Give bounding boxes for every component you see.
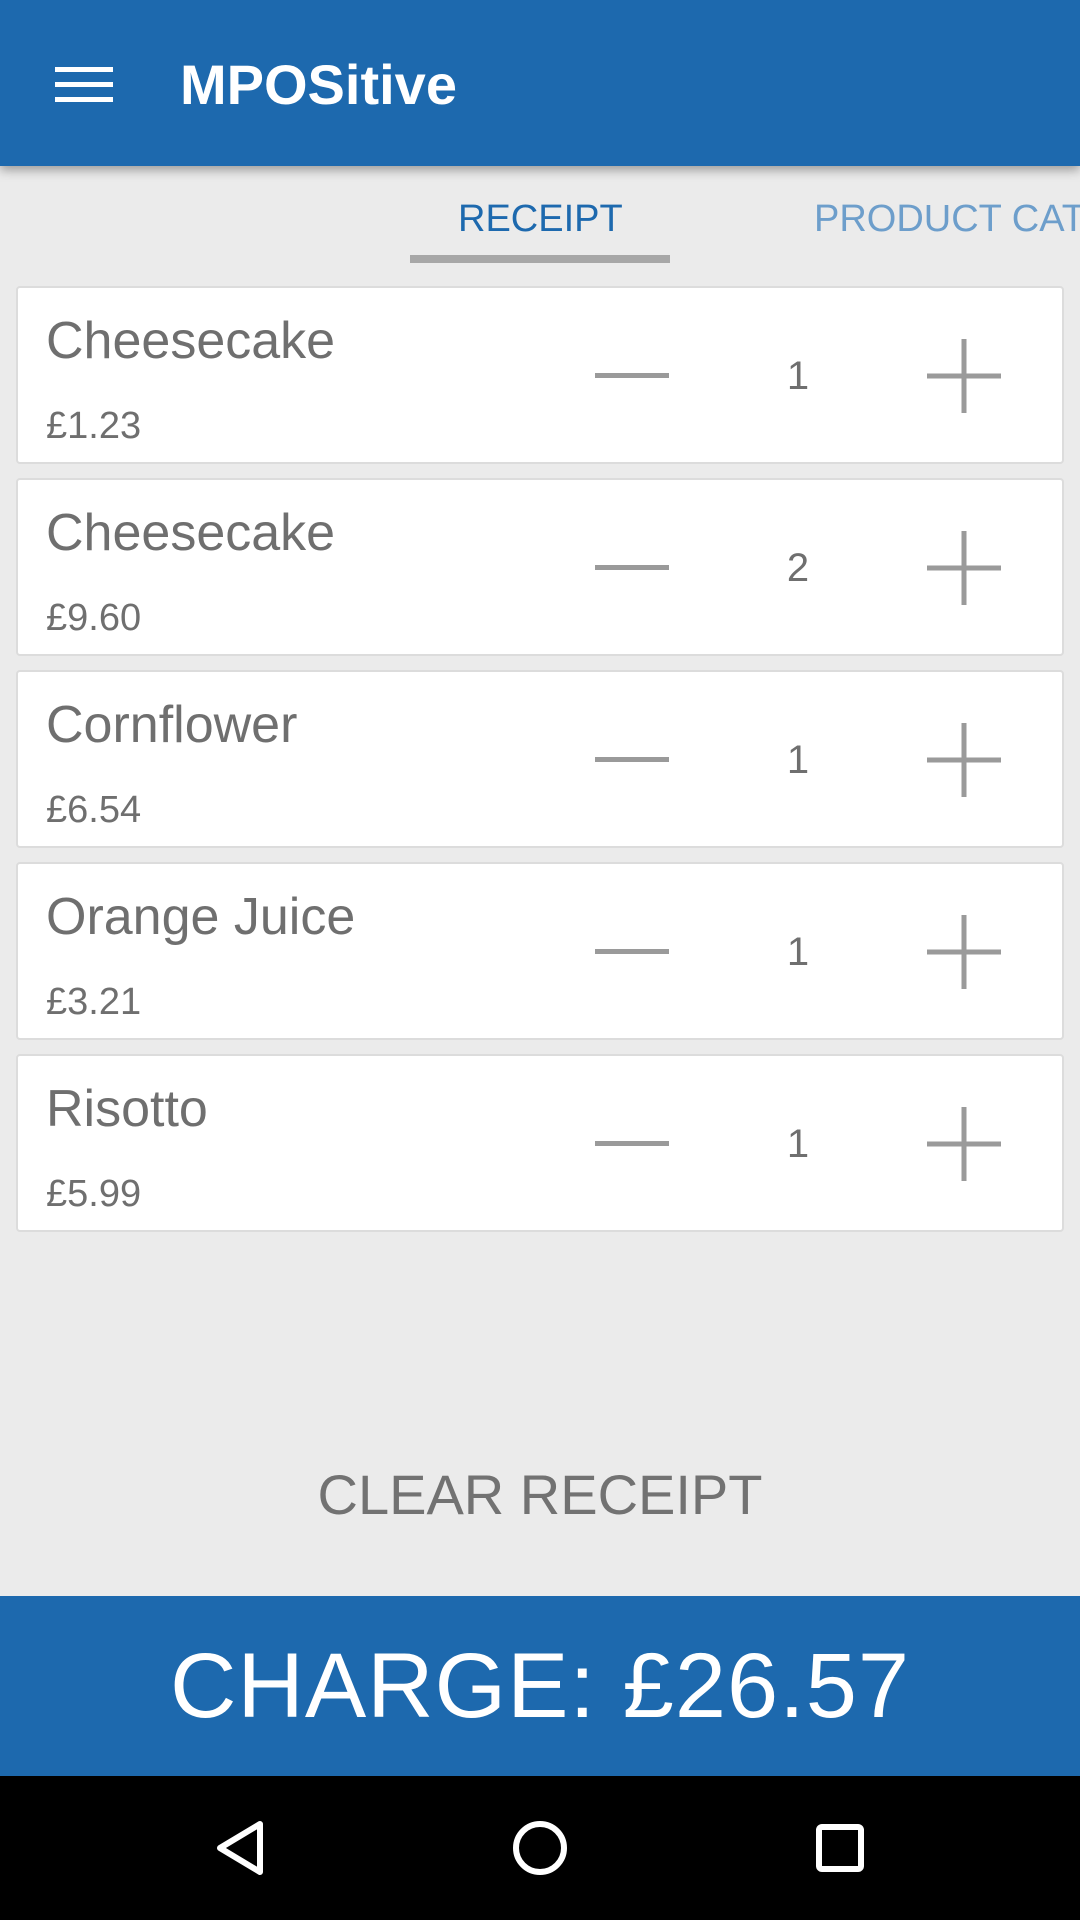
receipt-item: Risotto £5.99 1 [16,1054,1064,1232]
increase-quantity-button[interactable] [916,904,1012,1000]
charge-button[interactable]: CHARGE: £26.57 [0,1596,1080,1776]
item-price: £5.99 [46,1173,142,1215]
nav-recents-button[interactable] [795,1803,885,1893]
increase-quantity-button[interactable] [916,520,1012,616]
increase-quantity-button[interactable] [916,712,1012,808]
minus-icon [595,565,669,570]
minus-icon [595,1141,669,1146]
item-quantity: 1 [786,1122,810,1166]
plus-icon [927,531,1001,605]
tab-selected-indicator [410,255,670,263]
item-quantity: 1 [786,354,810,398]
item-quantity: 2 [786,546,810,590]
receipt-list: Cheesecake £1.23 1 Cheesecake £9.60 2 Co… [16,286,1064,1246]
receipt-item: Orange Juice £3.21 1 [16,862,1064,1040]
tab-product-catalog[interactable]: PRODUCT CAT [814,196,1080,242]
back-triangle-icon [217,1821,263,1875]
item-quantity: 1 [786,930,810,974]
item-name: Cornflower [46,696,298,754]
item-price: £6.54 [46,789,142,831]
item-price: £9.60 [46,597,142,639]
receipt-item: Cornflower £6.54 1 [16,670,1064,848]
minus-icon [595,949,669,954]
decrease-quantity-button[interactable] [584,520,680,616]
decrease-quantity-button[interactable] [584,1096,680,1192]
item-price: £1.23 [46,405,142,447]
receipt-item: Cheesecake £9.60 2 [16,478,1064,656]
decrease-quantity-button[interactable] [584,328,680,424]
decrease-quantity-button[interactable] [584,712,680,808]
hamburger-menu-icon [55,67,113,102]
plus-icon [927,1107,1001,1181]
tab-bar: RECEIPT PRODUCT CAT [0,166,1080,266]
menu-button[interactable] [38,44,130,126]
increase-quantity-button[interactable] [916,328,1012,424]
nav-back-button[interactable] [195,1803,285,1893]
item-name: Cheesecake [46,504,336,562]
home-circle-icon [513,1821,567,1875]
recents-square-icon [816,1824,864,1872]
item-name: Orange Juice [46,888,356,946]
decrease-quantity-button[interactable] [584,904,680,1000]
item-price: £3.21 [46,981,142,1023]
clear-receipt-button[interactable]: CLEAR RECEIPT [290,1450,790,1540]
plus-icon [927,723,1001,797]
plus-icon [927,915,1001,989]
app-title: MPOSitive [180,53,457,116]
minus-icon [595,373,669,378]
system-navigation-bar [0,1776,1080,1920]
item-name: Cheesecake [46,312,336,370]
item-name: Risotto [46,1080,208,1138]
tab-receipt[interactable]: RECEIPT [458,196,623,242]
nav-home-button[interactable] [495,1803,585,1893]
plus-icon [927,339,1001,413]
receipt-item: Cheesecake £1.23 1 [16,286,1064,464]
item-quantity: 1 [786,738,810,782]
app-bar: MPOSitive [0,0,1080,166]
increase-quantity-button[interactable] [916,1096,1012,1192]
minus-icon [595,757,669,762]
